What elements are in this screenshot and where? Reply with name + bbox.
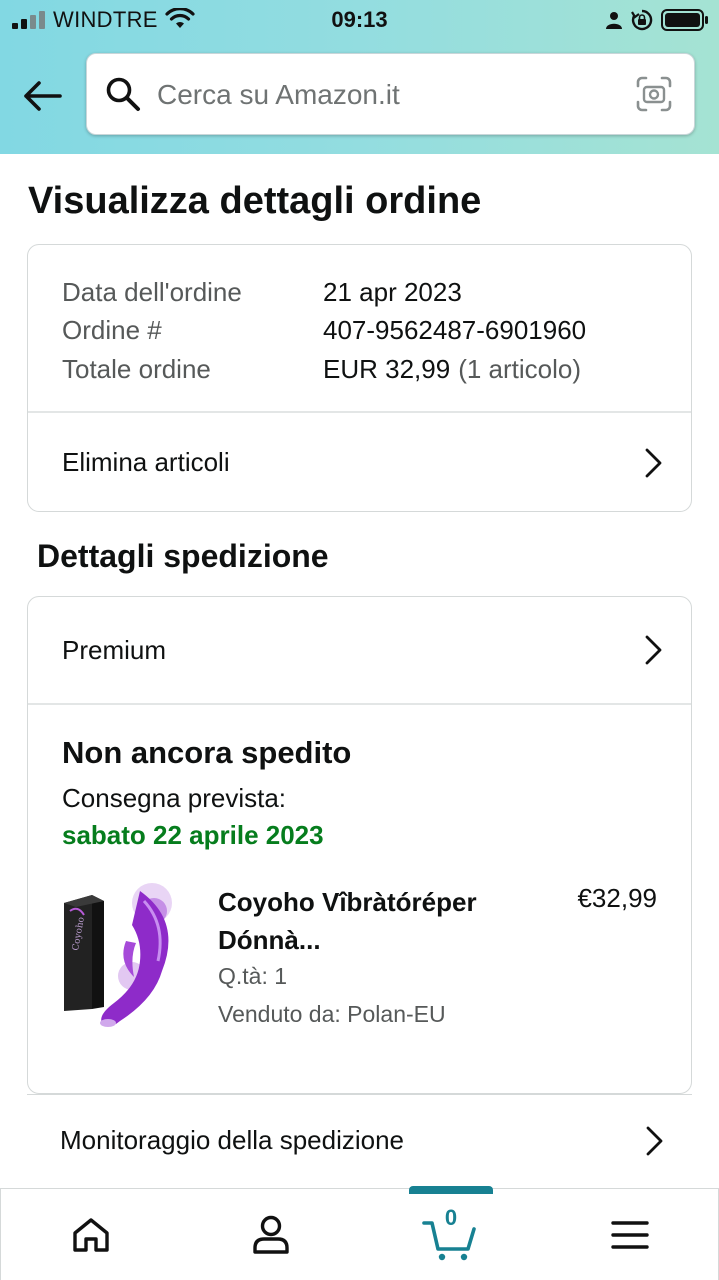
person-icon xyxy=(606,12,622,29)
order-number-label: Ordine # xyxy=(62,315,162,346)
menu-icon xyxy=(611,1221,649,1249)
app-header: WINDTRE 09:13 xyxy=(0,0,719,154)
product-title-line1: Coyoho Vîbràtóréper xyxy=(218,886,477,917)
order-total-label: Totale ordine xyxy=(62,353,211,384)
order-summary-card: Data dell'ordine 21 apr 2023 Ordine # 40… xyxy=(27,244,692,512)
cart-count-badge: 0 xyxy=(444,1205,458,1230)
arrow-left-icon xyxy=(24,81,62,111)
chevron-right-icon xyxy=(645,448,662,477)
chevron-right-icon xyxy=(646,1126,663,1155)
shipping-section-title: Dettagli spedizione xyxy=(37,538,329,574)
status-bar: WINDTRE 09:13 xyxy=(0,0,719,40)
shipping-method-label: Premium xyxy=(62,634,167,665)
order-item[interactable]: Coyoho Coyoho Vîbràtóréper Dónnà... €32,… xyxy=(62,880,657,1041)
back-button[interactable] xyxy=(20,74,64,118)
shipment-body: Non ancora spedito Consegna prevista: sa… xyxy=(28,705,691,1041)
status-right-icons xyxy=(605,8,709,32)
product-seller: Venduto da: Polan-EU xyxy=(218,1000,446,1027)
nav-menu[interactable] xyxy=(570,1189,690,1280)
product-quantity: Q.tà: 1 xyxy=(218,962,288,989)
search-bar[interactable] xyxy=(86,53,695,135)
nav-cart[interactable]: 0 xyxy=(391,1189,511,1280)
track-shipment-label: Monitoraggio della spedizione xyxy=(60,1125,405,1155)
chevron-right-icon xyxy=(645,635,662,665)
order-total-value: EUR 32,99 xyxy=(323,353,451,384)
shipment-status: Non ancora spedito xyxy=(62,734,352,770)
product-title-line2: Dónnà... xyxy=(218,924,321,955)
order-number-row: Ordine # 407-9562487-6901960 xyxy=(62,312,657,351)
order-date-label: Data dell'ordine xyxy=(62,276,242,307)
order-number-value: 407-9562487-6901960 xyxy=(323,315,587,346)
page-title: Visualizza dettagli ordine xyxy=(28,180,482,222)
search-input[interactable] xyxy=(157,74,607,116)
product-title[interactable]: Coyoho Vîbràtóréper Dónnà... xyxy=(218,883,538,959)
home-icon xyxy=(73,1218,109,1252)
delivery-date: sabato 22 aprile 2023 xyxy=(62,819,324,850)
camera-scan-icon[interactable] xyxy=(636,76,672,112)
battery-icon xyxy=(661,9,708,31)
order-item-count: (1 articolo) xyxy=(458,353,582,384)
product-thumbnail[interactable]: Coyoho xyxy=(62,880,188,1041)
order-total-row: Totale ordine EUR 32,99 (1 articolo) xyxy=(62,350,657,389)
shipping-method-link[interactable]: Premium xyxy=(28,597,691,703)
order-summary-rows: Data dell'ordine 21 apr 2023 Ordine # 40… xyxy=(28,245,691,411)
orientation-lock-icon xyxy=(631,9,653,31)
bottom-navigation: 0 xyxy=(0,1186,719,1280)
search-icon xyxy=(106,77,140,111)
nav-home[interactable] xyxy=(31,1189,151,1280)
product-price: €32,99 xyxy=(577,882,657,913)
track-shipment-link[interactable]: Monitoraggio della spedizione xyxy=(27,1094,692,1186)
order-date-row: Data dell'ordine 21 apr 2023 xyxy=(62,273,657,312)
delete-items-link[interactable]: Elimina articoli xyxy=(28,413,691,512)
delivery-label: Consegna prevista: xyxy=(62,782,287,813)
account-icon xyxy=(253,1215,289,1254)
order-date-value: 21 apr 2023 xyxy=(323,276,462,307)
nav-account[interactable] xyxy=(211,1189,331,1280)
shipping-card: Premium Non ancora spedito Consegna prev… xyxy=(27,596,692,1094)
delete-items-label: Elimina articoli xyxy=(62,447,230,477)
